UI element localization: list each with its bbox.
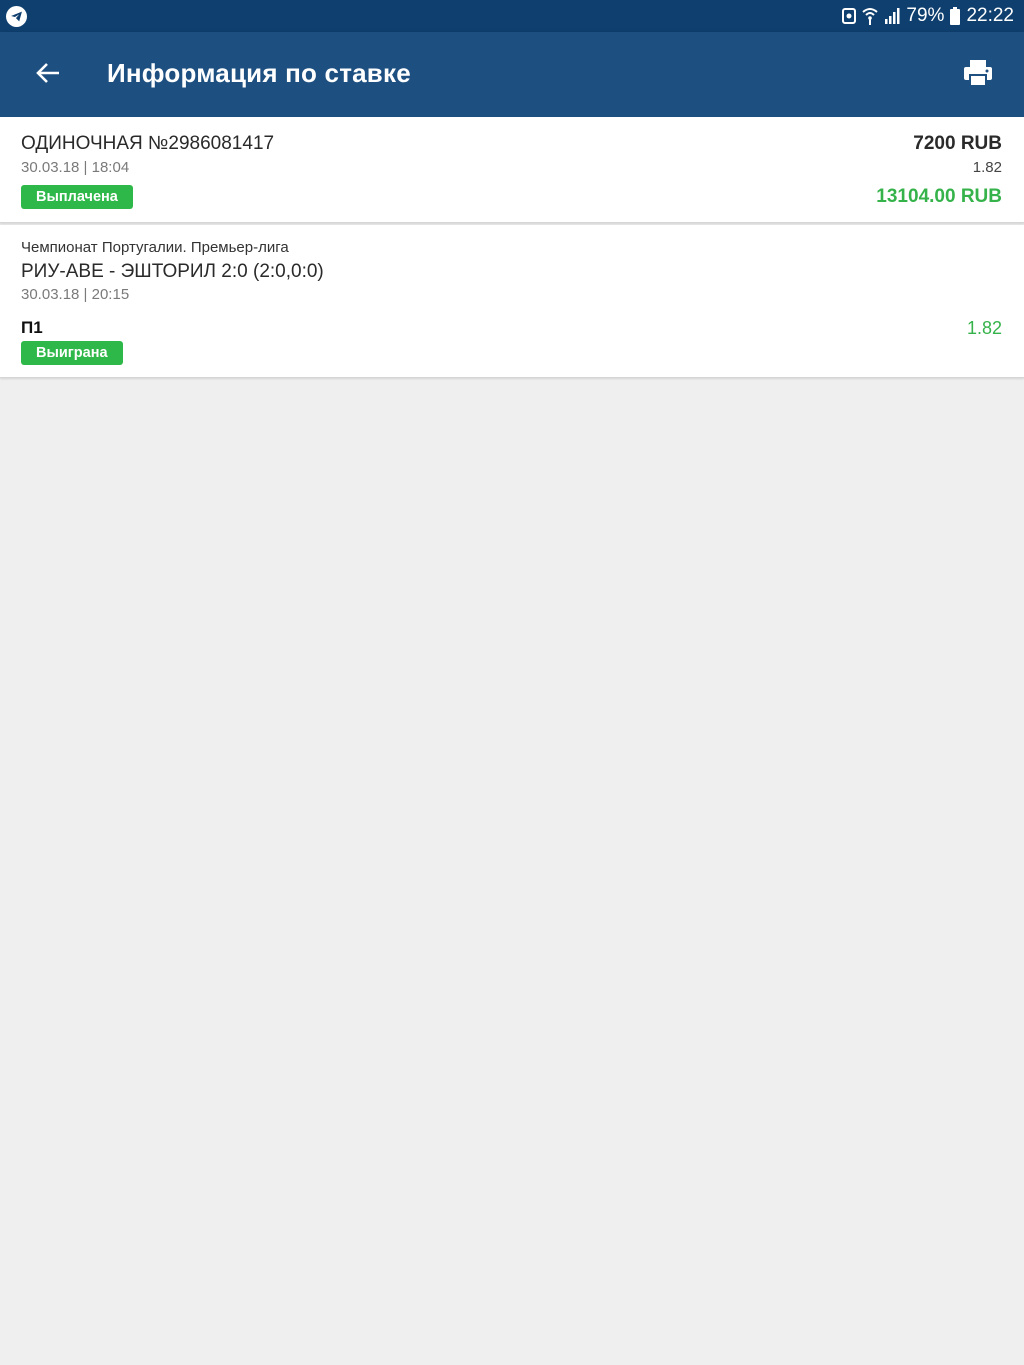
wifi-icon [862, 7, 879, 25]
event-datetime: 30.03.18 | 20:15 [21, 286, 130, 303]
battery-percent: 79% [906, 5, 945, 26]
nfc-icon [842, 7, 857, 25]
telegram-icon [6, 6, 27, 27]
bet-stake: 7200 RUB [913, 133, 1002, 154]
event-outcome: П1 [21, 318, 43, 337]
status-bar: 79% 22:22 [0, 0, 1024, 32]
bet-datetime: 30.03.18 | 18:04 [21, 159, 130, 176]
bet-coefficient: 1.82 [972, 159, 1002, 176]
status-icons: 79% 22:22 [842, 0, 1014, 32]
status-badge-won: Выиграна [21, 341, 123, 365]
event-coefficient: 1.82 [966, 318, 1002, 338]
page-title: Информация по ставке [107, 58, 411, 88]
back-button[interactable] [24, 52, 72, 98]
bet-payout: 13104.00 RUB [876, 186, 1002, 207]
event-match: РИУ-АВЕ - ЭШТОРИЛ 2:0 (2:0,0:0) [21, 261, 324, 282]
signal-icon [884, 8, 900, 24]
bet-type-number: ОДИНОЧНАЯ №2986081417 [21, 133, 275, 154]
battery-icon [950, 7, 961, 25]
clock: 22:22 [966, 5, 1014, 26]
arrow-left-icon [35, 62, 61, 89]
event-league: Чемпионат Португалии. Премьер-лига [21, 239, 289, 256]
print-button[interactable] [954, 52, 1002, 98]
status-badge-paid: Выплачена [21, 185, 133, 209]
app-bar: Информация по ставке [0, 32, 1024, 117]
print-icon [963, 59, 993, 92]
